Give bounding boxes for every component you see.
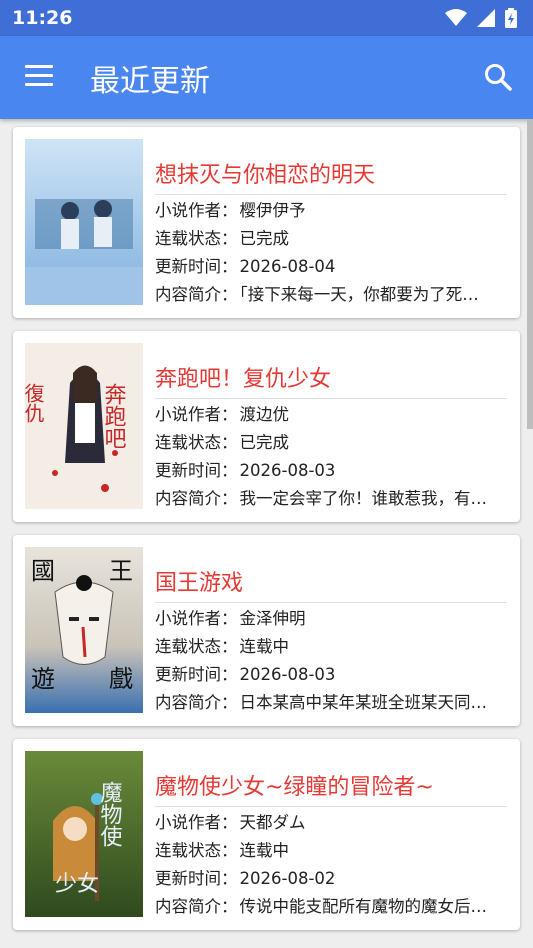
cover-image (25, 139, 143, 305)
svg-text:戲: 戲 (109, 665, 133, 693)
book-updated: 2026-08-02 (239, 869, 336, 888)
book-author: 金泽伸明 (239, 609, 306, 628)
svg-text:奔跑吧: 奔跑吧 (101, 383, 127, 449)
book-updated-row: 更新时间： 2026-08-04 (155, 253, 507, 277)
book-author: 天都ダム (239, 813, 306, 832)
status-label: 连载状态： (155, 841, 238, 860)
book-updated: 2026-08-03 (239, 461, 336, 480)
book-title[interactable]: 魔物使少女~绿瞳的冒险者~ (155, 769, 507, 807)
book-author-row: 小说作者： 金泽伸明 (155, 605, 507, 629)
menu-icon-line (25, 83, 53, 86)
book-card[interactable]: 奔跑吧 復仇 奔跑吧！复仇少女 小说作者： 渡边优 连载状态： 已完成 更新时间： 2… (13, 331, 520, 522)
book-summary: 日本某高中某年某班全班某天同… (239, 693, 488, 712)
status-bar: 11:26 (0, 0, 533, 36)
svg-text:魔物使: 魔物使 (97, 781, 123, 847)
book-author: 渡边优 (239, 405, 290, 424)
search-icon (485, 64, 512, 91)
signal-icon (477, 9, 495, 27)
book-cover[interactable]: 奔跑吧 復仇 (25, 343, 143, 509)
book-status: 连载中 (239, 841, 290, 860)
book-list[interactable]: 想抹灭与你相恋的明天 小说作者： 樱伊伊予 连载状态： 已完成 更新时间： 2026-… (0, 119, 533, 948)
book-status: 已完成 (239, 433, 290, 452)
book-status-row: 连载状态： 连载中 (155, 633, 507, 657)
book-card[interactable]: 想抹灭与你相恋的明天 小说作者： 樱伊伊予 连载状态： 已完成 更新时间： 2026-… (13, 127, 520, 318)
updated-label: 更新时间： (155, 665, 238, 684)
page-title: 最近更新 (90, 64, 210, 99)
book-card[interactable]: 魔物使 少女 魔物使少女~绿瞳的冒险者~ 小说作者： 天都ダム 连载状态： 连载中 … (13, 739, 520, 930)
updated-label: 更新时间： (155, 869, 238, 888)
svg-text:復仇: 復仇 (25, 383, 45, 423)
cover-image: 奔跑吧 復仇 (25, 343, 143, 509)
book-cover[interactable]: 國 王 遊 戲 (25, 547, 143, 713)
author-label: 小说作者： (155, 609, 238, 628)
summary-label: 内容简介： (155, 489, 238, 508)
search-button[interactable] (483, 62, 513, 92)
status-label: 连载状态： (155, 637, 238, 656)
book-summary-row: 内容简介： 「接下来每一天，你都要为了死… (155, 281, 507, 305)
status-icons (445, 8, 517, 28)
svg-text:王: 王 (109, 557, 133, 585)
book-card[interactable]: 國 王 遊 戲 国王游戏 小说作者： 金泽伸明 连载状态： 连载中 更新时间： 202… (13, 535, 520, 726)
svg-text:遊: 遊 (31, 665, 55, 693)
wifi-icon (445, 9, 467, 26)
summary-label: 内容简介： (155, 897, 238, 916)
updated-label: 更新时间： (155, 461, 238, 480)
book-status: 已完成 (239, 229, 290, 248)
book-summary-row: 内容简介： 传说中能支配所有魔物的魔女后… (155, 893, 507, 917)
updated-label: 更新时间： (155, 257, 238, 276)
book-summary-row: 内容简介： 我一定会宰了你！谁敢惹我，有… (155, 485, 507, 509)
summary-label: 内容简介： (155, 285, 238, 304)
summary-label: 内容简介： (155, 693, 238, 712)
battery-icon (505, 8, 517, 28)
book-author-row: 小说作者： 渡边优 (155, 401, 507, 425)
cover-image: 魔物使 少女 (25, 751, 143, 917)
book-updated-row: 更新时间： 2026-08-02 (155, 865, 507, 889)
book-summary: 我一定会宰了你！谁敢惹我，有… (239, 489, 488, 508)
menu-icon-line (25, 74, 53, 77)
scrollbar-thumb[interactable] (527, 119, 533, 429)
author-label: 小说作者： (155, 201, 238, 220)
book-author-row: 小说作者： 樱伊伊予 (155, 197, 507, 221)
book-title[interactable]: 国王游戏 (155, 565, 507, 603)
book-summary: 传说中能支配所有魔物的魔女后… (239, 897, 488, 916)
book-status: 连载中 (239, 637, 290, 656)
svg-text:少女: 少女 (55, 872, 99, 897)
book-title[interactable]: 奔跑吧！复仇少女 (155, 361, 507, 399)
status-time: 11:26 (12, 7, 73, 29)
author-label: 小说作者： (155, 813, 238, 832)
menu-icon-line (25, 65, 53, 68)
book-updated: 2026-08-04 (239, 257, 336, 276)
book-summary: 「接下来每一天，你都要为了死… (239, 285, 479, 304)
book-status-row: 连载状态： 已完成 (155, 225, 507, 249)
book-updated-row: 更新时间： 2026-08-03 (155, 457, 507, 481)
menu-button[interactable] (25, 65, 57, 89)
book-title[interactable]: 想抹灭与你相恋的明天 (155, 157, 507, 195)
book-summary-row: 内容简介： 日本某高中某年某班全班某天同… (155, 689, 507, 713)
svg-text:國: 國 (31, 557, 55, 585)
book-updated-row: 更新时间： 2026-08-03 (155, 661, 507, 685)
book-author-row: 小说作者： 天都ダム (155, 809, 507, 833)
app-bar: 最近更新 (0, 36, 533, 119)
book-cover[interactable]: 魔物使 少女 (25, 751, 143, 917)
book-author: 樱伊伊予 (239, 201, 306, 220)
status-label: 连载状态： (155, 229, 238, 248)
book-updated: 2026-08-03 (239, 665, 336, 684)
status-label: 连载状态： (155, 433, 238, 452)
author-label: 小说作者： (155, 405, 238, 424)
book-status-row: 连载状态： 已完成 (155, 429, 507, 453)
book-cover[interactable] (25, 139, 143, 305)
cover-image: 國 王 遊 戲 (25, 547, 143, 713)
book-status-row: 连载状态： 连载中 (155, 837, 507, 861)
